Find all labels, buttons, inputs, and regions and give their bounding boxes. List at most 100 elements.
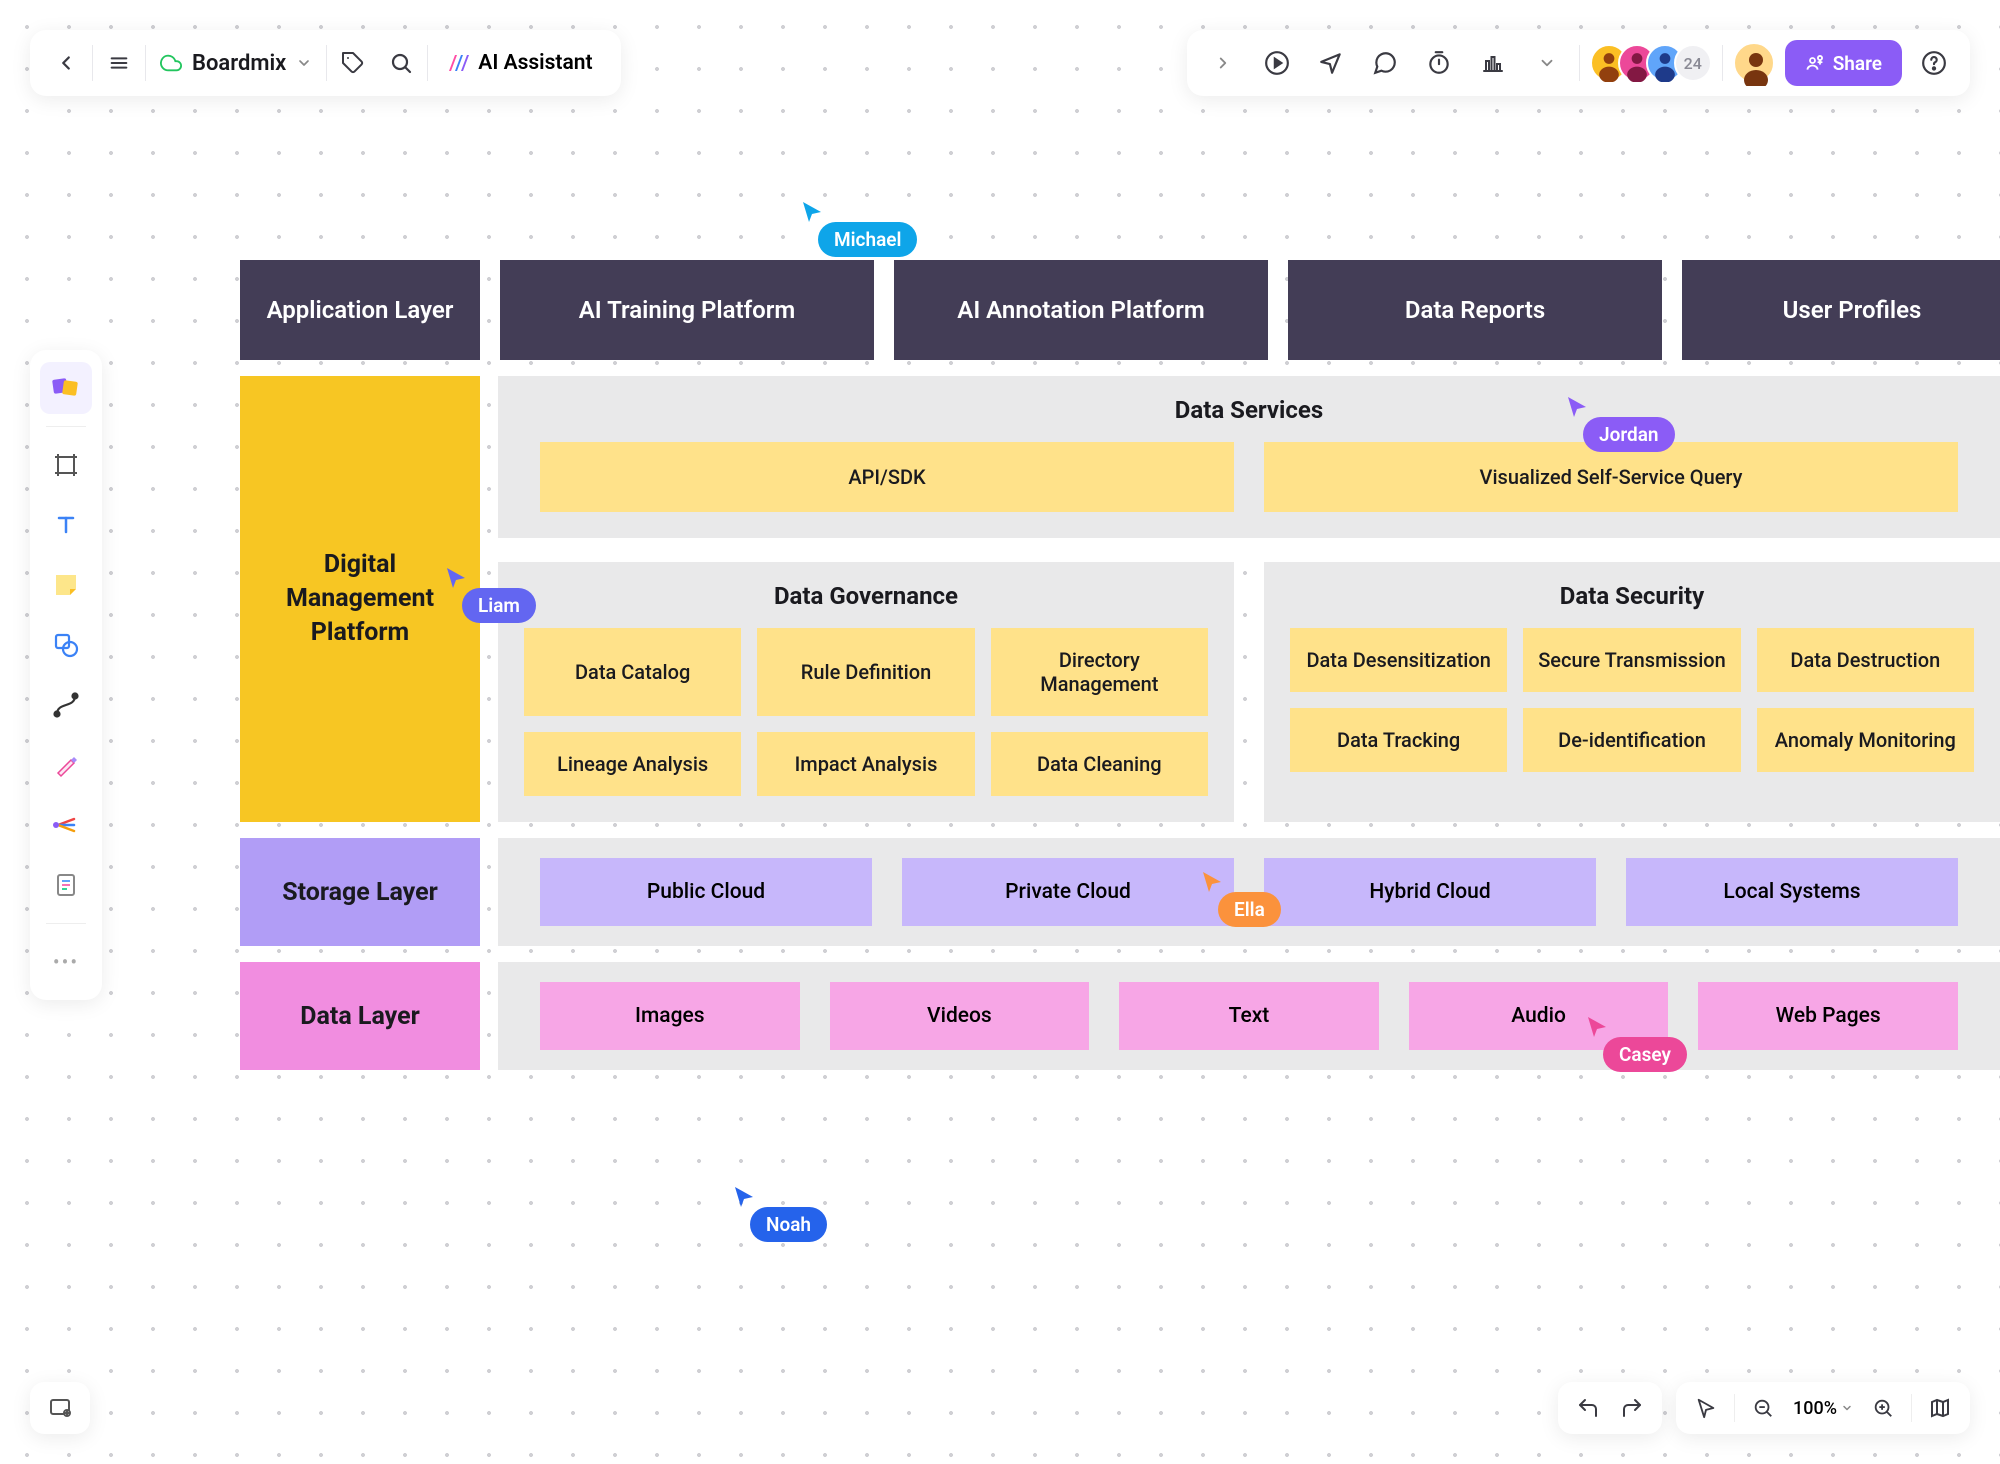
more-button[interactable] [1525,41,1569,85]
templates-tool[interactable] [40,362,92,414]
mindmap-tool[interactable] [40,799,92,851]
chip-directory[interactable]: Directory Management [991,628,1208,716]
divider [1911,1394,1912,1422]
chip-web-pages[interactable]: Web Pages [1698,982,1958,1050]
header-application-layer[interactable]: Application Layer [240,260,480,360]
text-tool[interactable] [40,499,92,551]
help-button[interactable] [1912,41,1956,85]
divider [46,923,86,924]
avatar-count[interactable]: 24 [1674,44,1712,82]
diagram-header-row: Application Layer AI Training Platform A… [240,260,2000,360]
zoom-in-button[interactable] [1863,1388,1903,1428]
chip-private-cloud[interactable]: Private Cloud [902,858,1234,926]
left-toolbar: ••• [30,350,102,1000]
diagram-body: Digital Management Platform Data Service… [240,376,2000,822]
frame-tool[interactable] [40,439,92,491]
play-button[interactable] [1255,41,1299,85]
storage-layer-items[interactable]: Public Cloud Private Cloud Hybrid Cloud … [498,838,2000,946]
data-layer-items[interactable]: Images Videos Text Audio Web Pages [498,962,2000,1070]
data-layer-label[interactable]: Data Layer [240,962,480,1070]
data-security-section[interactable]: Data Security Data Desensitization Secur… [1264,562,2000,822]
chip-images[interactable]: Images [540,982,800,1050]
more-tools-button[interactable]: ••• [40,936,92,988]
chip-visualized-query[interactable]: Visualized Self-Service Query [1264,442,1958,512]
chip-public-cloud[interactable]: Public Cloud [540,858,872,926]
data-services-title: Data Services [540,396,1958,424]
security-title: Data Security [1290,582,1974,610]
divider [1734,1394,1735,1422]
tag-button[interactable] [331,41,375,85]
topbar-right: 24 Share [1187,30,1970,96]
document-tool[interactable] [40,859,92,911]
divider [1579,45,1580,81]
header-data-reports[interactable]: Data Reports [1288,260,1662,360]
chip-desens[interactable]: Data Desensitization [1290,628,1507,692]
sticky-note-tool[interactable] [40,559,92,611]
collaborator-avatars[interactable]: 24 [1590,44,1712,82]
chip-anomaly[interactable]: Anomaly Monitoring [1757,708,1974,772]
chip-rule[interactable]: Rule Definition [757,628,974,716]
ai-assistant-button[interactable]: AI Assistant [432,51,606,75]
zoom-group: 100% [1676,1382,1970,1434]
data-governance-section[interactable]: Data Governance Data Catalog Rule Defini… [498,562,1234,822]
diagram-canvas[interactable]: Application Layer AI Training Platform A… [240,260,2000,1070]
data-services-section[interactable]: Data Services API/SDK Visualized Self-Se… [498,376,2000,538]
zoom-label: 100% [1793,1398,1837,1419]
redo-button[interactable] [1612,1388,1652,1428]
search-button[interactable] [379,41,423,85]
pen-tool[interactable] [40,739,92,791]
bottom-right-controls: 100% [1558,1382,1970,1434]
board-name-label: Boardmix [192,51,286,76]
divider [326,45,327,81]
connector-tool[interactable] [40,679,92,731]
header-ai-annotation[interactable]: AI Annotation Platform [894,260,1268,360]
zoom-out-button[interactable] [1743,1388,1783,1428]
topbar-left: Boardmix AI Assistant [30,30,621,96]
divider [427,45,428,81]
expand-button[interactable] [1201,41,1245,85]
chip-cleaning[interactable]: Data Cleaning [991,732,1208,796]
chip-tracking[interactable]: Data Tracking [1290,708,1507,772]
chevron-down-icon [1841,1402,1853,1414]
chip-catalog[interactable]: Data Catalog [524,628,741,716]
header-user-profiles[interactable]: User Profiles [1682,260,2000,360]
chip-transmission[interactable]: Secure Transmission [1523,628,1740,692]
chip-destruction[interactable]: Data Destruction [1757,628,1974,692]
back-button[interactable] [44,41,88,85]
comment-button[interactable] [1363,41,1407,85]
chart-button[interactable] [1471,41,1515,85]
timer-button[interactable] [1417,41,1461,85]
divider [145,45,146,81]
minimap-button[interactable] [1920,1388,1960,1428]
chip-api-sdk[interactable]: API/SDK [540,442,1234,512]
ai-logo-icon [446,51,470,75]
share-label: Share [1833,52,1882,75]
storage-layer-row: Storage Layer Public Cloud Private Cloud… [240,838,2000,946]
chip-hybrid-cloud[interactable]: Hybrid Cloud [1264,858,1596,926]
zoom-level-dropdown[interactable]: 100% [1787,1398,1859,1419]
chevron-down-icon [296,55,312,71]
undo-redo-group [1558,1382,1662,1434]
data-layer-row: Data Layer Images Videos Text Audio Web … [240,962,2000,1070]
storage-layer-label[interactable]: Storage Layer [240,838,480,946]
header-ai-training[interactable]: AI Training Platform [500,260,874,360]
divider [1722,45,1723,81]
menu-button[interactable] [97,41,141,85]
digital-management-platform[interactable]: Digital Management Platform [240,376,480,822]
select-tool-button[interactable] [1686,1388,1726,1428]
chip-local-systems[interactable]: Local Systems [1626,858,1958,926]
undo-button[interactable] [1568,1388,1608,1428]
chip-deid[interactable]: De-identification [1523,708,1740,772]
share-button[interactable]: Share [1785,40,1902,86]
share-icon [1805,53,1825,73]
pointer-tool-button[interactable] [1309,41,1353,85]
board-name-dropdown[interactable]: Boardmix [150,51,322,76]
pages-button[interactable] [30,1382,90,1434]
chip-audio[interactable]: Audio [1409,982,1669,1050]
chip-lineage[interactable]: Lineage Analysis [524,732,741,796]
chip-videos[interactable]: Videos [830,982,1090,1050]
user-avatar[interactable] [1733,42,1775,84]
chip-text[interactable]: Text [1119,982,1379,1050]
shapes-tool[interactable] [40,619,92,671]
chip-impact[interactable]: Impact Analysis [757,732,974,796]
